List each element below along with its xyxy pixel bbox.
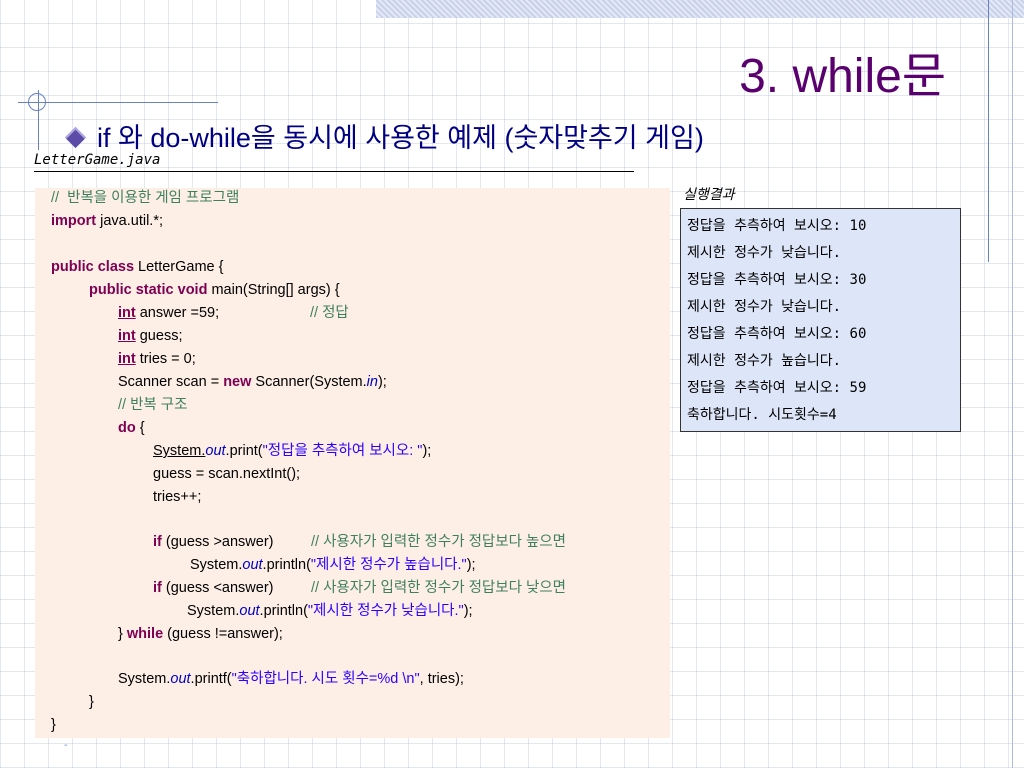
code-line-4: public static void main(String[] args) {	[89, 282, 340, 298]
result-line: 정답을 추측하여 보시오: 59	[687, 380, 867, 396]
result-line: 제시한 정수가 낮습니다.	[687, 245, 842, 261]
result-line: 정답을 추측하여 보시오: 60	[687, 326, 867, 342]
code-line-2: import java.util.*;	[51, 213, 164, 229]
code-line-9: // 반복 구조	[118, 397, 188, 413]
code-line-14: if (guess >answer)	[153, 534, 274, 550]
code-line-1: // 반복을 이용한 게임 프로그램	[51, 190, 240, 206]
code-line-5-comment: // 정답	[310, 305, 349, 321]
bullet-text: if 와 do-while을 동시에 사용한 예제 (숫자맞추기 게임)	[97, 123, 704, 153]
decor-circle	[28, 93, 46, 111]
code-line-6: int guess;	[118, 328, 183, 344]
code-line-8: Scanner scan = new Scanner(System.in);	[118, 374, 387, 390]
code-line-14-comment: // 사용자가 입력한 정수가 정답보다 높으면	[311, 534, 566, 550]
code-line-15: System.out.println("제시한 정수가 높습니다.");	[190, 557, 476, 573]
decor-vertical-line	[988, 0, 989, 262]
result-line: 축하합니다. 시도횟수=4	[687, 407, 837, 423]
code-line-18: } while (guess !=answer);	[118, 626, 283, 642]
filename-underline	[34, 171, 634, 172]
bullet-heading: if 와 do-while을 동시에 사용한 예제 (숫자맞추기 게임)	[62, 116, 704, 155]
code-line-20: }	[89, 694, 94, 710]
code-line-16-comment: // 사용자가 입력한 정수가 정답보다 낮으면	[311, 580, 566, 596]
code-filename: LetterGame.java	[34, 152, 161, 168]
code-line-10: do {	[118, 420, 145, 436]
code-line-11: System.out.print("정답을 추측하여 보시오: ");	[153, 443, 432, 459]
result-label: 실행결과	[683, 187, 735, 203]
result-line: 정답을 추측하여 보시오: 30	[687, 272, 867, 288]
diamond-bullet-icon	[64, 127, 87, 149]
top-pattern-band	[376, 0, 1024, 18]
slide-title: 3. while문	[739, 50, 946, 103]
result-output-box: 정답을 추측하여 보시오: 10 제시한 정수가 낮습니다. 정답을 추측하여 …	[680, 208, 961, 432]
code-line-12: guess = scan.nextInt();	[153, 466, 301, 482]
decor-vertical-line-2	[1012, 0, 1013, 768]
decor-horizontal-line	[18, 102, 218, 103]
footer-mark: -	[64, 740, 68, 751]
code-line-5: int answer =59;	[118, 305, 220, 321]
code-line-7: int tries = 0;	[118, 351, 196, 367]
code-line-17: System.out.println("제시한 정수가 낮습니다.");	[187, 603, 473, 619]
code-line-16: if (guess <answer)	[153, 580, 274, 596]
result-line: 제시한 정수가 높습니다.	[687, 353, 842, 369]
result-line: 제시한 정수가 낮습니다.	[687, 299, 842, 315]
code-listing: // 반복을 이용한 게임 프로그램 import java.util.*; p…	[35, 188, 670, 738]
code-line-13: tries++;	[153, 489, 202, 505]
code-line-19: System.out.printf("축하합니다. 시도 횟수=%d \n", …	[118, 671, 464, 687]
code-line-3: public class LetterGame {	[51, 259, 224, 275]
result-line: 정답을 추측하여 보시오: 10	[687, 218, 867, 234]
code-line-21: }	[51, 717, 56, 733]
